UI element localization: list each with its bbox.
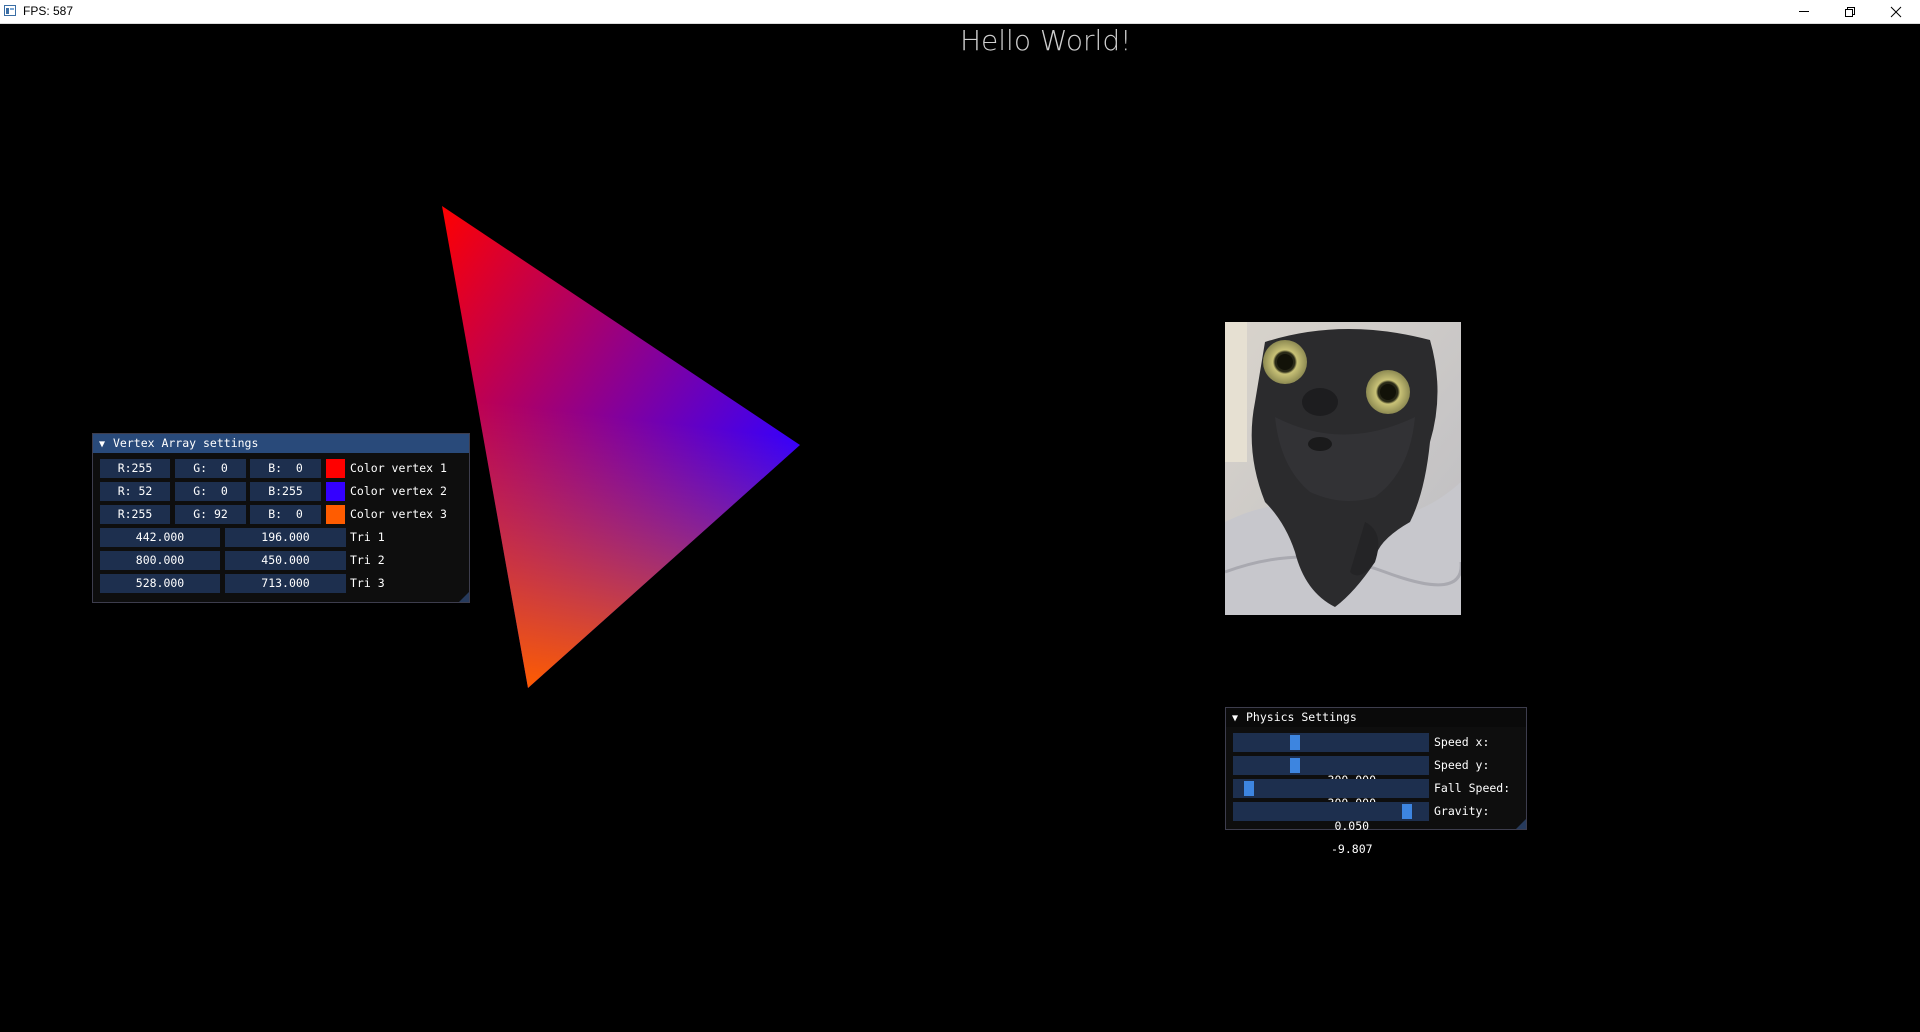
position-row-2: 800.000 450.000 Tri 2	[93, 551, 471, 570]
slider-grab-handle[interactable]	[1289, 758, 1300, 773]
fall-speed-slider[interactable]: 0.050	[1233, 779, 1429, 833]
physics-window-title: Physics Settings	[1246, 710, 1357, 724]
tri-3-label: Tri 3	[350, 576, 385, 590]
tri-2-label: Tri 2	[350, 553, 385, 567]
fall-speed-label: Fall Speed:	[1434, 781, 1511, 795]
resize-grip-icon[interactable]	[1516, 819, 1526, 829]
cat-image	[1225, 322, 1461, 615]
color-2-label: Color vertex 2	[350, 484, 447, 498]
color-1-swatch[interactable]	[326, 459, 345, 478]
color-3-g-field[interactable]: G: 92	[175, 505, 246, 524]
color-2-g-field[interactable]: G: 0	[175, 482, 246, 501]
gravity-slider[interactable]: -9.807	[1233, 802, 1429, 856]
collapse-arrow-icon[interactable]: ▼	[1232, 709, 1246, 728]
tri-1-x-field[interactable]: 442.000	[100, 528, 220, 547]
color-1-g-field[interactable]: G: 0	[175, 459, 246, 478]
color-1-b-field[interactable]: B: 0	[250, 459, 321, 478]
gravity-value: -9.807	[1331, 842, 1373, 856]
vertex-window-title: Vertex Array settings	[113, 436, 259, 450]
speed-x-label: Speed x:	[1434, 735, 1490, 749]
slider-row-speed-x: 300.000 Speed x:	[1226, 733, 1528, 787]
gravity-label: Gravity:	[1434, 804, 1490, 818]
vertex-array-settings-window[interactable]: ▼ Vertex Array settings R:255 G: 0 B: 0 C…	[92, 433, 470, 603]
slider-row-fall-speed: 0.050 Fall Speed:	[1226, 779, 1528, 833]
color-3-label: Color vertex 3	[350, 507, 447, 521]
color-2-b-field[interactable]: B:255	[250, 482, 321, 501]
resize-grip-icon[interactable]	[459, 592, 469, 602]
collapse-arrow-icon[interactable]: ▼	[99, 435, 113, 454]
tri-1-y-field[interactable]: 196.000	[225, 528, 346, 547]
color-row-2: R: 52 G: 0 B:255 Color vertex 2	[93, 482, 471, 501]
slider-grab-handle[interactable]	[1289, 735, 1300, 750]
physics-settings-window[interactable]: ▼Physics Settings 300.000 Speed x: 300.0…	[1225, 707, 1528, 856]
color-2-swatch[interactable]	[326, 482, 345, 501]
tri-1-label: Tri 1	[350, 530, 385, 544]
color-1-r-field[interactable]: R:255	[100, 459, 170, 478]
tri-3-y-field[interactable]: 713.000	[225, 574, 346, 593]
color-row-1: R:255 G: 0 B: 0 Color vertex 1	[93, 459, 471, 478]
position-row-3: 528.000 713.000 Tri 3	[93, 574, 471, 593]
speed-y-slider[interactable]: 300.000	[1233, 756, 1429, 810]
tri-3-x-field[interactable]: 528.000	[100, 574, 220, 593]
speed-x-slider[interactable]: 300.000	[1233, 733, 1429, 787]
physics-window-title-bar[interactable]: ▼ Physics Settings	[1226, 708, 1526, 727]
color-1-label: Color vertex 1	[350, 461, 447, 475]
color-2-r-field[interactable]: R: 52	[100, 482, 170, 501]
speed-y-label: Speed y:	[1434, 758, 1490, 772]
color-3-r-field[interactable]: R:255	[100, 505, 170, 524]
color-3-swatch[interactable]	[326, 505, 345, 524]
tri-2-y-field[interactable]: 450.000	[225, 551, 346, 570]
position-row-1: 442.000 196.000 Tri 1	[93, 528, 471, 547]
vertex-window-title-bar[interactable]: ▼ Vertex Array settings	[93, 434, 469, 453]
slider-row-speed-y: 300.000 Speed y:	[1226, 756, 1528, 810]
triangle-fill-overlay	[442, 206, 800, 688]
slider-grab-handle[interactable]	[1244, 781, 1255, 796]
tri-2-x-field[interactable]: 800.000	[100, 551, 220, 570]
color-3-b-field[interactable]: B: 0	[250, 505, 321, 524]
slider-row-gravity: -9.807 Gravity:	[1226, 802, 1528, 856]
color-row-3: R:255 G: 92 B: 0 Color vertex 3	[93, 505, 471, 524]
slider-grab-handle[interactable]	[1402, 804, 1413, 819]
